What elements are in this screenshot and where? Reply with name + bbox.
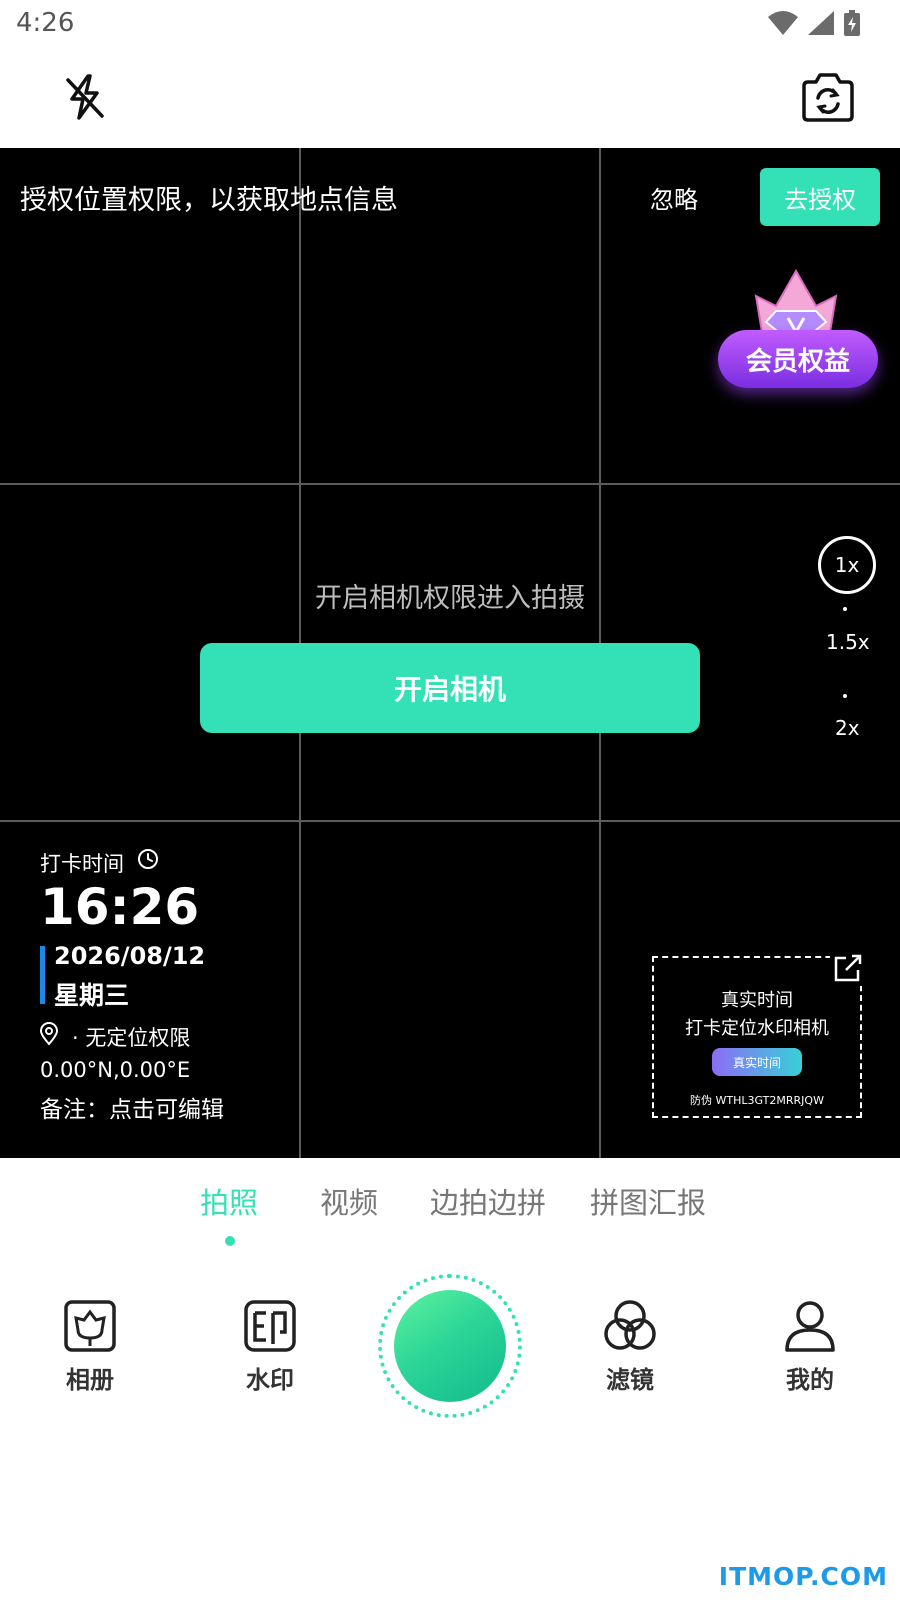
watermark-weekday: 星期三 xyxy=(54,981,130,1010)
tab-video[interactable]: 视频 xyxy=(320,1180,378,1222)
tab-collage-report[interactable]: 拼图汇报 xyxy=(590,1180,706,1222)
watermark-label: 水印 xyxy=(246,1366,294,1394)
wifi-icon xyxy=(768,11,798,35)
grid-line xyxy=(0,820,900,822)
status-time: 4:26 xyxy=(16,8,75,38)
watermark-stamp-icon xyxy=(244,1300,296,1352)
checkin-time-label: 打卡时间 xyxy=(40,852,124,876)
profile-button[interactable]: 我的 xyxy=(765,1298,855,1395)
filter-icon xyxy=(604,1300,656,1350)
album-label: 相册 xyxy=(66,1366,114,1394)
watermark-time[interactable]: 16:26 xyxy=(40,878,199,936)
camera-top-bar xyxy=(0,50,900,148)
watermark-preview-chip: 真实时间 xyxy=(712,1048,802,1076)
watermark-button[interactable]: 水印 xyxy=(225,1298,315,1395)
zoom-dot xyxy=(843,694,847,698)
vip-benefits-button[interactable]: 会员权益 xyxy=(718,266,880,396)
active-tab-indicator xyxy=(225,1236,235,1246)
watermark-note[interactable]: 备注：点击可编辑 xyxy=(40,1090,224,1124)
edit-external-icon[interactable] xyxy=(830,952,864,986)
mode-tabs: 拍照 视频 边拍边拼 拼图汇报 xyxy=(0,1180,900,1240)
clock-icon xyxy=(138,849,158,869)
camera-flip-icon xyxy=(802,73,854,122)
location-pin-icon xyxy=(39,1022,59,1046)
zoom-dot xyxy=(843,607,847,611)
watermark-preview-code: 防伪 WTHL3GT2MRRJQW xyxy=(690,1094,824,1107)
album-button[interactable]: 相册 xyxy=(45,1298,135,1395)
signal-icon xyxy=(808,11,834,35)
location-permission-text: 授权位置权限，以获取地点信息 xyxy=(20,185,398,216)
filter-button[interactable]: 滤镜 xyxy=(585,1298,675,1395)
zoom-2x-button[interactable]: 2x xyxy=(835,716,860,740)
flash-toggle-button[interactable] xyxy=(60,72,110,122)
open-camera-button[interactable]: 开启相机 xyxy=(200,643,700,733)
camera-viewfinder[interactable]: 授权位置权限，以获取地点信息 忽略 去授权 会员权益 开启相机权限进入拍摄 开启… xyxy=(0,148,900,1158)
vip-label: 会员权益 xyxy=(718,330,878,388)
filter-label: 滤镜 xyxy=(606,1366,654,1394)
site-watermark-logo: ITMOP.COM xyxy=(718,1562,888,1591)
flash-off-icon xyxy=(66,74,104,120)
camera-flip-button[interactable] xyxy=(800,72,856,124)
status-bar: 4:26 xyxy=(0,0,900,50)
grid-line xyxy=(0,483,900,485)
tab-photo[interactable]: 拍照 xyxy=(200,1180,258,1222)
watermark-coordinates: 0.00°N,0.00°E xyxy=(40,1058,191,1082)
authorize-button[interactable]: 去授权 xyxy=(760,168,880,226)
ignore-button[interactable]: 忽略 xyxy=(650,180,698,215)
watermark-date: 2026/08/12 xyxy=(54,942,206,970)
zoom-1x-button[interactable]: 1x xyxy=(818,536,876,594)
shutter-core xyxy=(394,1290,506,1402)
zoom-1-5x-button[interactable]: 1.5x xyxy=(826,630,870,654)
watermark-preview-card[interactable]: 真实时间 打卡定位水印相机 真实时间 防伪 WTHL3GT2MRRJQW xyxy=(652,952,864,1118)
battery-icon xyxy=(844,10,860,36)
watermark-preview-line2: 打卡定位水印相机 xyxy=(685,1018,829,1039)
profile-label: 我的 xyxy=(786,1366,834,1394)
camera-permission-hint: 开启相机权限进入拍摄 xyxy=(315,583,585,614)
watermark-location: · 无定位权限 xyxy=(72,1026,191,1050)
date-accent-bar xyxy=(40,946,45,1004)
status-icons xyxy=(768,10,860,36)
person-icon xyxy=(785,1301,835,1352)
watermark-preview-line1: 真实时间 xyxy=(721,990,793,1011)
tab-shoot-and-stitch[interactable]: 边拍边拼 xyxy=(430,1180,546,1222)
shutter-button[interactable] xyxy=(378,1274,522,1418)
album-icon xyxy=(64,1300,116,1352)
